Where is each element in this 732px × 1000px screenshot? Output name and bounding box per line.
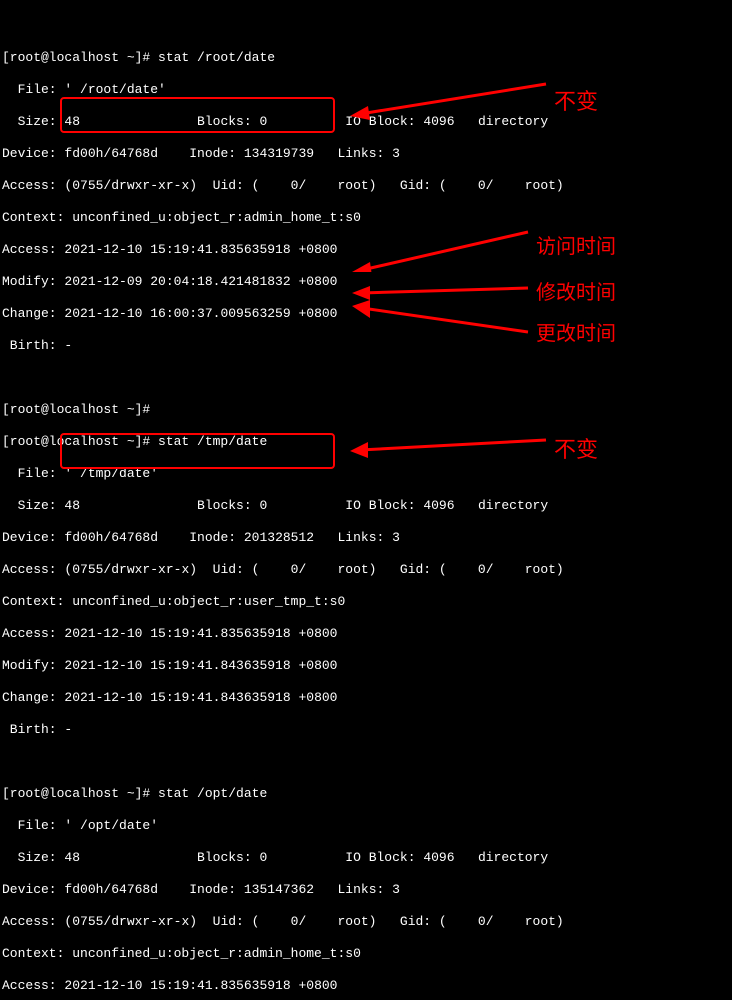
file-line: File: ' /tmp/date'	[2, 466, 732, 482]
context-line: Context: unconfined_u:object_r:user_tmp_…	[2, 594, 732, 610]
birth-line: Birth: -	[2, 722, 732, 738]
device-line: Device: fd00h/64768d Inode: 201328512 Li…	[2, 530, 732, 546]
access-perm-line: Access: (0755/drwxr-xr-x) Uid: ( 0/ root…	[2, 914, 732, 930]
context-line: Context: unconfined_u:object_r:admin_hom…	[2, 210, 732, 226]
access-time-line: Access: 2021-12-10 15:19:41.835635918 +0…	[2, 978, 732, 994]
file-line: File: ' /opt/date'	[2, 818, 732, 834]
change-time-line: Change: 2021-12-10 15:19:41.843635918 +0…	[2, 690, 732, 706]
prompt-line: [root@localhost ~]# stat /root/date	[2, 50, 732, 66]
file-path: ' /opt/date'	[64, 818, 158, 833]
size-line: Size: 48 Blocks: 0 IO Block: 4096 direct…	[2, 850, 732, 866]
prompt-line[interactable]: [root@localhost ~]#	[2, 402, 732, 418]
access-time-line: Access: 2021-12-10 15:19:41.835635918 +0…	[2, 242, 732, 258]
size-line: Size: 48 Blocks: 0 IO Block: 4096 direct…	[2, 114, 732, 130]
modify-time-line: Modify: 2021-12-09 20:04:18.421481832 +0…	[2, 274, 732, 290]
birth-line: Birth: -	[2, 338, 732, 354]
change-time-line: Change: 2021-12-10 16:00:37.009563259 +0…	[2, 306, 732, 322]
file-path: ' /tmp/date'	[64, 466, 158, 481]
access-perm-line: Access: (0755/drwxr-xr-x) Uid: ( 0/ root…	[2, 178, 732, 194]
device-line: Device: fd00h/64768d Inode: 135147362 Li…	[2, 882, 732, 898]
prompt-line: [root@localhost ~]# stat /opt/date	[2, 786, 732, 802]
access-perm-line: Access: (0755/drwxr-xr-x) Uid: ( 0/ root…	[2, 562, 732, 578]
context-line: Context: unconfined_u:object_r:admin_hom…	[2, 946, 732, 962]
modify-time-line: Modify: 2021-12-10 15:19:41.843635918 +0…	[2, 658, 732, 674]
device-line: Device: fd00h/64768d Inode: 134319739 Li…	[2, 146, 732, 162]
prompt-line: [root@localhost ~]# stat /tmp/date	[2, 434, 732, 450]
size-line: Size: 48 Blocks: 0 IO Block: 4096 direct…	[2, 498, 732, 514]
file-path: ' /root/date'	[64, 82, 165, 97]
access-time-line: Access: 2021-12-10 15:19:41.835635918 +0…	[2, 626, 732, 642]
terminal-output: [root@localhost ~]# stat /root/date File…	[0, 0, 732, 1000]
file-line: File: ' /root/date'	[2, 82, 732, 98]
